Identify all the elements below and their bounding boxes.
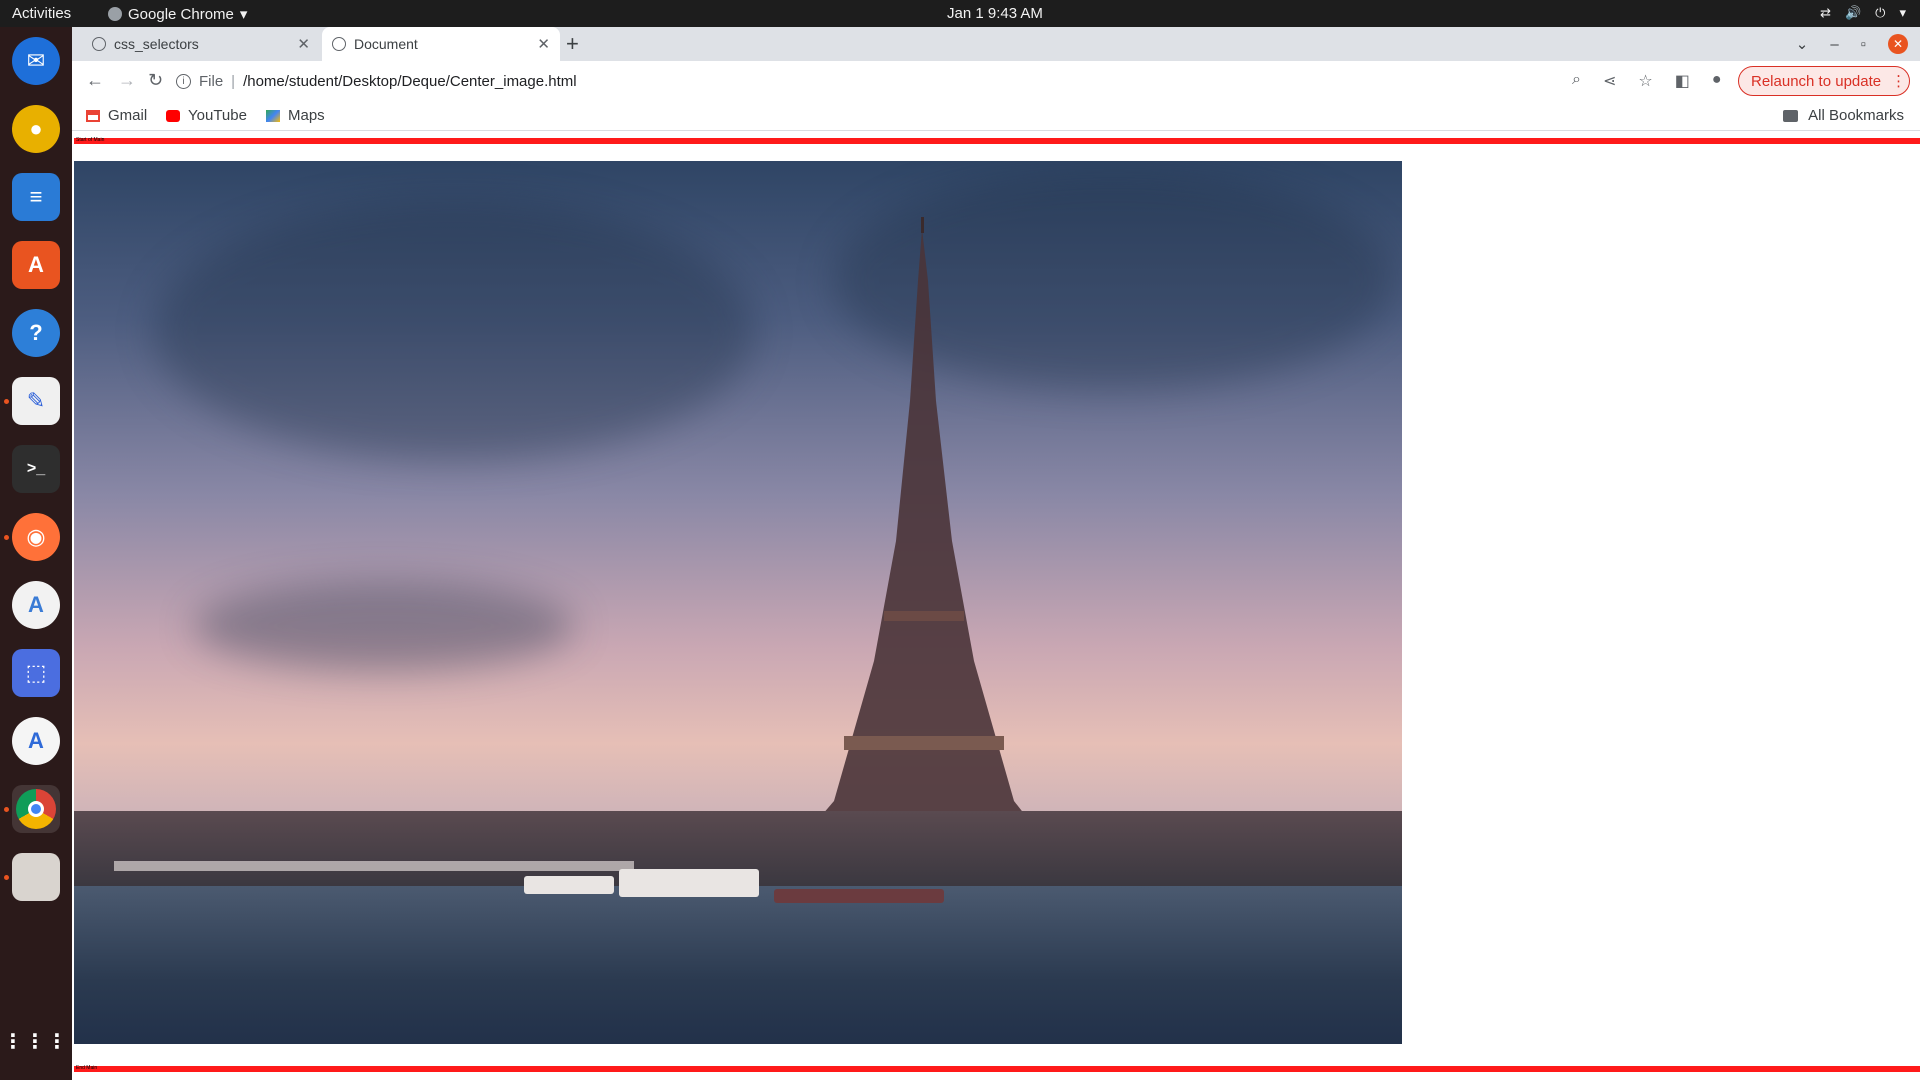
- url-separator: |: [231, 72, 236, 90]
- bookmark-maps[interactable]: Maps: [266, 107, 325, 124]
- relaunch-button[interactable]: Relaunch to update ⋮: [1738, 66, 1910, 96]
- zoom-icon[interactable]: ⌕: [1572, 71, 1581, 91]
- youtube-icon: [166, 109, 180, 122]
- forward-button[interactable]: →: [118, 70, 136, 91]
- close-window-button[interactable]: ✕: [1888, 34, 1908, 54]
- share-icon[interactable]: ⋖: [1603, 71, 1616, 91]
- kebab-menu-icon: ⋮: [1891, 73, 1907, 90]
- terminal-icon[interactable]: >_: [12, 445, 60, 493]
- system-tray[interactable]: ⇄ 🔊 ⏻ ▾: [1820, 5, 1906, 21]
- all-bookmarks-label: All Bookmarks: [1808, 107, 1904, 124]
- info-icon[interactable]: i: [176, 73, 191, 89]
- power-icon: ⏻: [1875, 5, 1886, 20]
- globe-icon: [332, 37, 346, 51]
- chevron-down-icon: ▾: [239, 6, 248, 23]
- running-indicator: [4, 875, 9, 880]
- libreoffice-writer-icon[interactable]: ≡: [12, 173, 60, 221]
- system-top-bar: Activities Google Chrome ▾ Jan 1 9:43 AM…: [0, 0, 1920, 27]
- tab-search-icon[interactable]: ⌄: [1796, 35, 1809, 53]
- close-icon[interactable]: ✕: [537, 35, 550, 53]
- browser-toolbar: ← → ↻ i File | /home/student/Desktop/Deq…: [72, 61, 1920, 101]
- chrome-icon[interactable]: [12, 785, 60, 833]
- network-icon: ⇄: [1820, 5, 1831, 20]
- eiffel-tower-image: [74, 161, 1402, 1044]
- new-tab-button[interactable]: +: [566, 31, 579, 57]
- chrome-app-icon: [108, 7, 122, 21]
- bookmarks-bar: Gmail YouTube Maps All Bookmarks: [72, 101, 1920, 131]
- url-scheme: File: [199, 72, 224, 90]
- app-center-icon[interactable]: A: [12, 241, 60, 289]
- maps-icon: [266, 109, 280, 122]
- software-icon[interactable]: A: [12, 717, 60, 765]
- url-text[interactable]: /home/student/Desktop/Deque/Center_image…: [243, 73, 577, 90]
- minimize-button[interactable]: –: [1830, 36, 1838, 53]
- running-indicator: [4, 399, 9, 404]
- bookmark-label: Maps: [288, 107, 325, 124]
- tab-strip: css_selectors ✕ Document ✕ + ⌄ – ▫ ✕: [72, 27, 1920, 61]
- address-bar[interactable]: i File | /home/student/Desktop/Deque/Cen…: [176, 66, 1496, 96]
- river: [74, 886, 1402, 1044]
- show-apps-icon[interactable]: ⋮⋮⋮: [3, 1017, 67, 1065]
- bridge: [114, 861, 634, 871]
- screenshot-icon[interactable]: ⬚: [12, 649, 60, 697]
- side-panel-icon[interactable]: ◧: [1675, 71, 1690, 91]
- tab-title: css_selectors: [114, 36, 199, 52]
- bookmark-gmail[interactable]: Gmail: [86, 107, 147, 124]
- bookmark-label: Gmail: [108, 107, 148, 124]
- boat: [619, 869, 759, 897]
- folder-icon: [1783, 109, 1799, 122]
- app-menu[interactable]: Google Chrome ▾: [108, 5, 247, 23]
- top-rule-label: Start of Main: [76, 137, 105, 143]
- running-indicator: [4, 535, 9, 540]
- gmail-icon: [86, 109, 100, 122]
- tab-css-selectors[interactable]: css_selectors ✕: [82, 27, 320, 61]
- files-icon[interactable]: [12, 853, 60, 901]
- page-viewport: Start of Main End Main: [72, 137, 1920, 1080]
- window-controls: ⌄ – ▫ ✕: [1796, 27, 1920, 61]
- star-icon[interactable]: ☆: [1638, 71, 1652, 91]
- bookmark-label: YouTube: [188, 107, 247, 124]
- top-red-border: [74, 138, 1920, 144]
- app-menu-label: Google Chrome: [128, 5, 234, 23]
- thunderbird-icon[interactable]: ✉: [12, 37, 60, 85]
- dock: ✉ ● ≡ A ? ✎ >_ ◉ A ⬚ A ⋮⋮⋮: [0, 27, 72, 1080]
- help-icon[interactable]: ?: [12, 309, 60, 357]
- text-editor-icon[interactable]: ✎: [12, 377, 60, 425]
- tab-document[interactable]: Document ✕: [322, 27, 560, 61]
- all-bookmarks-button[interactable]: All Bookmarks: [1783, 107, 1904, 124]
- boat: [774, 889, 944, 903]
- chevron-down-icon: ▾: [1899, 5, 1906, 20]
- volume-icon: 🔊: [1844, 5, 1862, 20]
- globe-icon: [92, 37, 106, 51]
- bottom-red-border: [74, 1066, 1920, 1072]
- relaunch-label: Relaunch to update: [1751, 72, 1882, 90]
- reload-button[interactable]: ↻: [148, 70, 163, 91]
- bookmark-youtube[interactable]: YouTube: [166, 107, 247, 124]
- bottom-rule-label: End Main: [76, 1065, 98, 1071]
- android-studio-icon[interactable]: A: [12, 581, 60, 629]
- clock[interactable]: Jan 1 9:43 AM: [947, 5, 1043, 22]
- profile-icon[interactable]: ●: [1712, 71, 1722, 91]
- browser-window: css_selectors ✕ Document ✕ + ⌄ – ▫ ✕ ← →…: [72, 27, 1920, 137]
- running-indicator: [4, 807, 9, 812]
- firefox-icon[interactable]: ◉: [12, 513, 60, 561]
- rhythmbox-icon[interactable]: ●: [12, 105, 60, 153]
- boat: [524, 876, 614, 894]
- toolbar-actions: ⌕ ⋖ ☆ ◧ ●: [1572, 71, 1722, 91]
- maximize-button[interactable]: ▫: [1861, 36, 1866, 53]
- tab-title: Document: [354, 36, 418, 52]
- back-button[interactable]: ←: [86, 70, 104, 91]
- activities-button[interactable]: Activities: [12, 5, 71, 22]
- close-icon[interactable]: ✕: [297, 35, 310, 53]
